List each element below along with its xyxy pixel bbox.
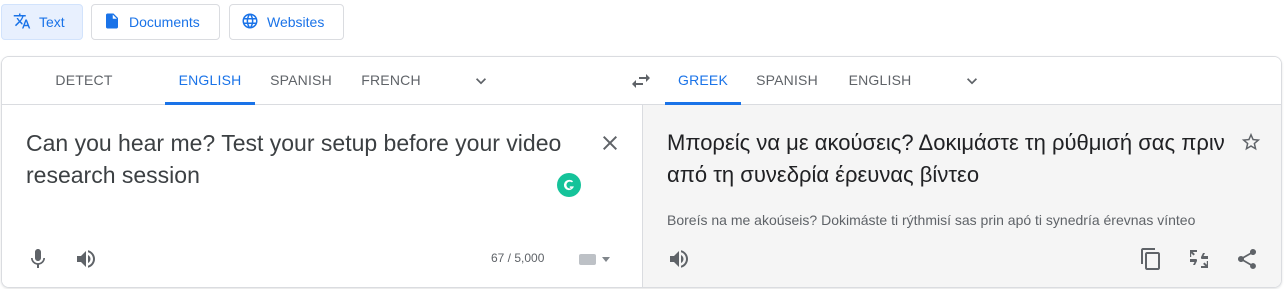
source-speaker-icon[interactable] bbox=[74, 247, 98, 271]
target-panel: Μπορείς να με ακούσεις? Δοκιμάστε τη ρύθ… bbox=[642, 105, 1281, 287]
keyboard-key-shape bbox=[579, 253, 596, 265]
tab-target-english[interactable]: ENGLISH bbox=[837, 57, 923, 105]
tab-source-english[interactable]: ENGLISH bbox=[165, 57, 255, 105]
transliteration-text: Boreís na me akoúseis? Dokimáste ti rýth… bbox=[667, 212, 1196, 228]
star-icon[interactable] bbox=[1240, 131, 1262, 153]
language-bar: DETECT LANGUAGE ENGLISH SPANISH FRENCH G… bbox=[2, 57, 1281, 134]
keyboard-caret-icon bbox=[602, 256, 610, 262]
translation-card: DETECT LANGUAGE ENGLISH SPANISH FRENCH G… bbox=[1, 56, 1282, 288]
character-count: 67 / 5,000 bbox=[491, 251, 545, 265]
documents-mode-button[interactable]: Documents bbox=[91, 4, 220, 40]
text-mode-button[interactable]: Text bbox=[1, 4, 83, 40]
translate-icon bbox=[13, 12, 31, 33]
websites-mode-button[interactable]: Websites bbox=[229, 4, 344, 40]
target-speaker-icon[interactable] bbox=[667, 247, 691, 271]
translated-text: Μπορείς να με ακούσεις? Δοκιμάστε τη ρύθ… bbox=[667, 130, 1225, 187]
mode-bar: Text Documents Websites bbox=[0, 0, 1285, 56]
clear-source-icon[interactable] bbox=[598, 131, 622, 155]
swap-languages-icon[interactable] bbox=[629, 69, 653, 93]
tab-source-spanish[interactable]: SPANISH bbox=[258, 57, 344, 105]
source-language-chevron-down-icon[interactable] bbox=[471, 71, 491, 91]
document-icon bbox=[103, 12, 121, 33]
tab-target-spanish[interactable]: SPANISH bbox=[744, 57, 830, 105]
share-icon[interactable] bbox=[1235, 247, 1259, 271]
globe-icon bbox=[241, 12, 259, 33]
documents-mode-label: Documents bbox=[129, 14, 200, 30]
grammarly-icon[interactable] bbox=[557, 173, 581, 197]
tab-target-greek[interactable]: GREEK bbox=[665, 57, 741, 105]
keyboard-icon[interactable] bbox=[579, 250, 619, 268]
source-text-input[interactable]: Can you hear me? Test your setup before … bbox=[26, 127, 596, 191]
target-language-chevron-down-icon[interactable] bbox=[962, 71, 982, 91]
websites-mode-label: Websites bbox=[267, 14, 325, 30]
tab-detect-language[interactable]: DETECT LANGUAGE bbox=[17, 57, 151, 134]
text-mode-label: Text bbox=[39, 14, 65, 30]
rate-translation-icon[interactable] bbox=[1187, 247, 1211, 271]
source-panel: Can you hear me? Test your setup before … bbox=[2, 105, 642, 287]
microphone-icon[interactable] bbox=[26, 247, 50, 271]
copy-icon[interactable] bbox=[1139, 247, 1163, 271]
tab-source-french[interactable]: FRENCH bbox=[349, 57, 433, 105]
